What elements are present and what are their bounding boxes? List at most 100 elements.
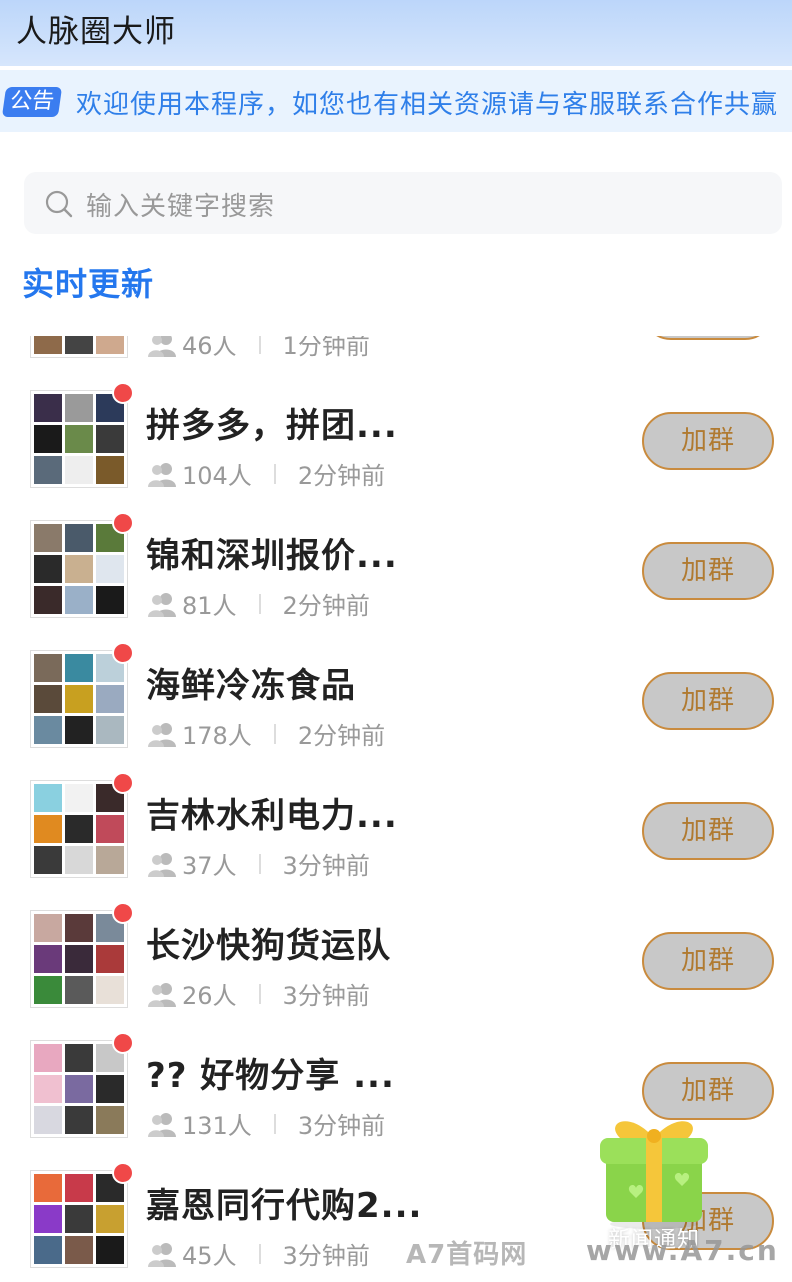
join-group-button[interactable]: 加群 bbox=[642, 412, 774, 470]
avatar-tile bbox=[34, 1236, 62, 1264]
update-time: 3分钟前 bbox=[297, 1112, 386, 1140]
avatar-tile bbox=[34, 914, 62, 942]
avatar-tile bbox=[65, 586, 93, 614]
meta-divider bbox=[258, 593, 261, 614]
search-input[interactable]: 输入关键字搜索 bbox=[86, 186, 275, 223]
avatar-tile bbox=[34, 945, 62, 973]
avatar-tile bbox=[96, 815, 124, 843]
group-name: ?? 好物分享 ... bbox=[146, 1056, 395, 1096]
meta-divider bbox=[273, 1113, 276, 1134]
avatar-tile bbox=[65, 976, 93, 1004]
members-icon bbox=[148, 1242, 176, 1267]
group-row[interactable]: 吉林水利电力... 37人 3分钟前 加群 bbox=[0, 762, 792, 892]
avatar-tile bbox=[65, 1205, 93, 1233]
avatar-tile bbox=[34, 1044, 62, 1072]
notice-text: 欢迎使用本程序，如您也有相关资源请与客服联系合作共赢 bbox=[76, 90, 779, 120]
update-time: 2分钟前 bbox=[297, 462, 386, 490]
avatar-tile bbox=[65, 336, 93, 354]
join-group-button[interactable]: 加群 bbox=[642, 336, 774, 340]
avatar-tile bbox=[34, 425, 62, 453]
new-dot-badge bbox=[112, 512, 134, 534]
avatar-tile bbox=[65, 555, 93, 583]
member-count: 26人 bbox=[182, 982, 237, 1010]
avatar-tile bbox=[96, 1205, 124, 1233]
member-count: 45人 bbox=[182, 1242, 237, 1270]
avatar-tile bbox=[96, 685, 124, 713]
group-row[interactable]: 拼多多，拼团... 104人 2分钟前 加群 bbox=[0, 372, 792, 502]
group-avatar bbox=[30, 650, 128, 748]
avatar-tile bbox=[65, 524, 93, 552]
members-icon bbox=[148, 462, 176, 487]
group-name: 嘉恩同行代购2... bbox=[146, 1186, 423, 1226]
avatar-tile bbox=[65, 815, 93, 843]
avatar-tile bbox=[34, 784, 62, 812]
group-avatar bbox=[30, 910, 128, 1008]
meta-divider bbox=[273, 463, 276, 484]
join-group-button[interactable]: 加群 bbox=[642, 672, 774, 730]
avatar-tile bbox=[65, 914, 93, 942]
meta-divider bbox=[258, 336, 261, 354]
avatar-tile bbox=[65, 1075, 93, 1103]
group-meta: 104人 2分钟前 bbox=[146, 456, 385, 491]
avatar-tile bbox=[96, 425, 124, 453]
group-avatar bbox=[30, 780, 128, 878]
update-time: 2分钟前 bbox=[282, 592, 370, 620]
group-row[interactable]: 长沙快狗货运队 26人 3分钟前 加群 bbox=[0, 892, 792, 1022]
avatar-tile bbox=[34, 394, 62, 422]
avatar-tile bbox=[34, 1174, 62, 1202]
avatar-tile bbox=[34, 555, 62, 583]
meta-divider bbox=[273, 723, 276, 744]
avatar-tile bbox=[34, 685, 62, 713]
group-avatar bbox=[30, 390, 128, 488]
avatar-tile bbox=[65, 1236, 93, 1264]
notice-tag: 公告 bbox=[1, 87, 63, 117]
group-avatar bbox=[30, 520, 128, 618]
watermark-right: www.A7.cn bbox=[586, 1234, 779, 1267]
group-row[interactable]: 海鲜冷冻食品 178人 2分钟前 加群 bbox=[0, 632, 792, 762]
group-avatar bbox=[30, 1170, 128, 1268]
avatar-tile bbox=[34, 456, 62, 484]
app-title: 人脉圈大师 bbox=[16, 14, 176, 50]
gift-icon[interactable] bbox=[590, 1100, 718, 1230]
avatar-tile bbox=[65, 1044, 93, 1072]
group-meta: 46人 1分钟前 bbox=[146, 336, 370, 361]
meta-divider bbox=[258, 983, 261, 1004]
member-count: 178人 bbox=[182, 722, 252, 750]
avatar-tile bbox=[65, 685, 93, 713]
new-dot-badge bbox=[112, 382, 134, 404]
member-count: 131人 bbox=[182, 1112, 252, 1140]
group-row[interactable]: 46人 1分钟前 加群 bbox=[0, 336, 792, 372]
avatar-tile bbox=[65, 425, 93, 453]
join-group-button[interactable]: 加群 bbox=[642, 932, 774, 990]
section-title: 实时更新 bbox=[22, 265, 155, 303]
update-time: 1分钟前 bbox=[282, 336, 370, 360]
join-group-button[interactable]: 加群 bbox=[642, 542, 774, 600]
avatar-tile bbox=[34, 815, 62, 843]
group-name: 拼多多，拼团... bbox=[146, 406, 398, 446]
avatar-tile bbox=[96, 1106, 124, 1134]
search-bar[interactable]: 输入关键字搜索 bbox=[24, 172, 782, 234]
update-time: 3分钟前 bbox=[282, 1242, 370, 1270]
avatar-tile bbox=[34, 524, 62, 552]
avatar-tile bbox=[96, 1075, 124, 1103]
members-icon bbox=[148, 336, 176, 357]
avatar-tile bbox=[34, 586, 62, 614]
members-icon bbox=[148, 852, 176, 877]
group-row[interactable]: 锦和深圳报价... 81人 2分钟前 加群 bbox=[0, 502, 792, 632]
avatar-tile bbox=[65, 1174, 93, 1202]
group-meta: 178人 2分钟前 bbox=[146, 716, 385, 751]
group-meta: 26人 3分钟前 bbox=[146, 976, 370, 1011]
join-group-button[interactable]: 加群 bbox=[642, 802, 774, 860]
avatar-tile bbox=[34, 976, 62, 1004]
members-icon bbox=[148, 592, 176, 617]
notice-bar[interactable]: 公告 欢迎使用本程序，如您也有相关资源请与客服联系合作共赢 bbox=[0, 70, 792, 132]
new-dot-badge bbox=[112, 1162, 134, 1184]
avatar-tile bbox=[34, 336, 62, 354]
members-icon bbox=[148, 982, 176, 1007]
group-avatar bbox=[30, 336, 128, 358]
avatar-tile bbox=[96, 336, 124, 354]
group-meta: 37人 3分钟前 bbox=[146, 846, 370, 881]
update-time: 3分钟前 bbox=[282, 852, 370, 880]
update-time: 2分钟前 bbox=[297, 722, 386, 750]
group-meta: 131人 3分钟前 bbox=[146, 1106, 385, 1141]
